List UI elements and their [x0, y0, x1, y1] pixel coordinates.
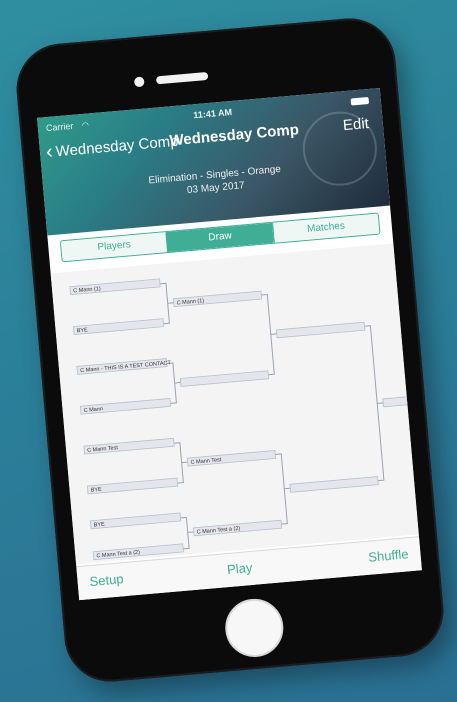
bracket-entry[interactable] [289, 476, 379, 493]
app-screen: Carrier ◠ 11:41 AM ‹ Wednesday Comp Wedn… [37, 87, 422, 601]
battery-icon [350, 96, 370, 106]
connector [166, 362, 181, 404]
header-banner: Carrier ◠ 11:41 AM ‹ Wednesday Comp Wedn… [37, 87, 391, 236]
speaker-grille [155, 71, 209, 85]
bracket-entry[interactable]: BYE [86, 477, 179, 495]
page-title: Wednesday Comp [168, 121, 300, 150]
connector [159, 282, 174, 325]
competition-info: Elimination - Singles - Orange 03 May 20… [43, 154, 388, 210]
carrier-label: Carrier [45, 120, 74, 134]
bracket-entry[interactable]: C Mann - THIS IS A TEST CONTACT [76, 358, 172, 375]
entry-label: C Mann (1) [73, 286, 101, 294]
bracket-entry[interactable]: C Mann [79, 397, 172, 415]
bracket-entry[interactable]: BYE [89, 512, 182, 530]
connector [173, 442, 188, 484]
status-time: 11:41 AM [192, 106, 233, 121]
bracket-entry[interactable] [275, 321, 366, 339]
bracket-entry[interactable] [179, 370, 270, 387]
tab-players[interactable]: Players [60, 232, 168, 262]
edit-button[interactable]: Edit [342, 115, 369, 134]
chevron-left-icon: ‹ [45, 140, 54, 164]
tab-matches[interactable]: Matches [271, 213, 380, 243]
bracket-entry[interactable]: C Mann (1) [69, 278, 161, 296]
home-button[interactable] [222, 596, 286, 660]
back-button[interactable]: ‹ Wednesday Comp [45, 132, 180, 164]
bracket-entry[interactable] [382, 396, 408, 408]
bracket-entry[interactable]: C Mann Test a (2) [192, 519, 283, 537]
bracket-entry[interactable]: C Mann Test [186, 450, 277, 467]
play-button[interactable]: Play [226, 560, 253, 577]
phone-frame: Carrier ◠ 11:41 AM ‹ Wednesday Comp Wedn… [12, 14, 448, 686]
draw-bracket: C Mann (1) BYE C Mann - THIS IS A TEST C… [50, 243, 419, 565]
bracket-entry[interactable]: C Mann (1) [172, 290, 263, 308]
tab-draw[interactable]: Draw [165, 222, 274, 253]
entry-label: BYE [77, 327, 89, 334]
back-button-label: Wednesday Comp [54, 132, 180, 160]
entry-label: C Mann (1) [176, 298, 204, 306]
shuffle-button[interactable]: Shuffle [368, 546, 409, 564]
bracket-entry[interactable]: BYE [72, 318, 165, 335]
entry-label: BYE [90, 487, 102, 494]
bracket-svg: C Mann (1) BYE C Mann - THIS IS A TEST C… [69, 278, 408, 561]
wifi-icon: ◠ [81, 120, 90, 131]
camera-icon [133, 76, 145, 88]
setup-button[interactable]: Setup [89, 571, 124, 589]
entry-label: BYE [94, 522, 106, 529]
bracket-entry[interactable]: C Mann Test [83, 437, 175, 455]
